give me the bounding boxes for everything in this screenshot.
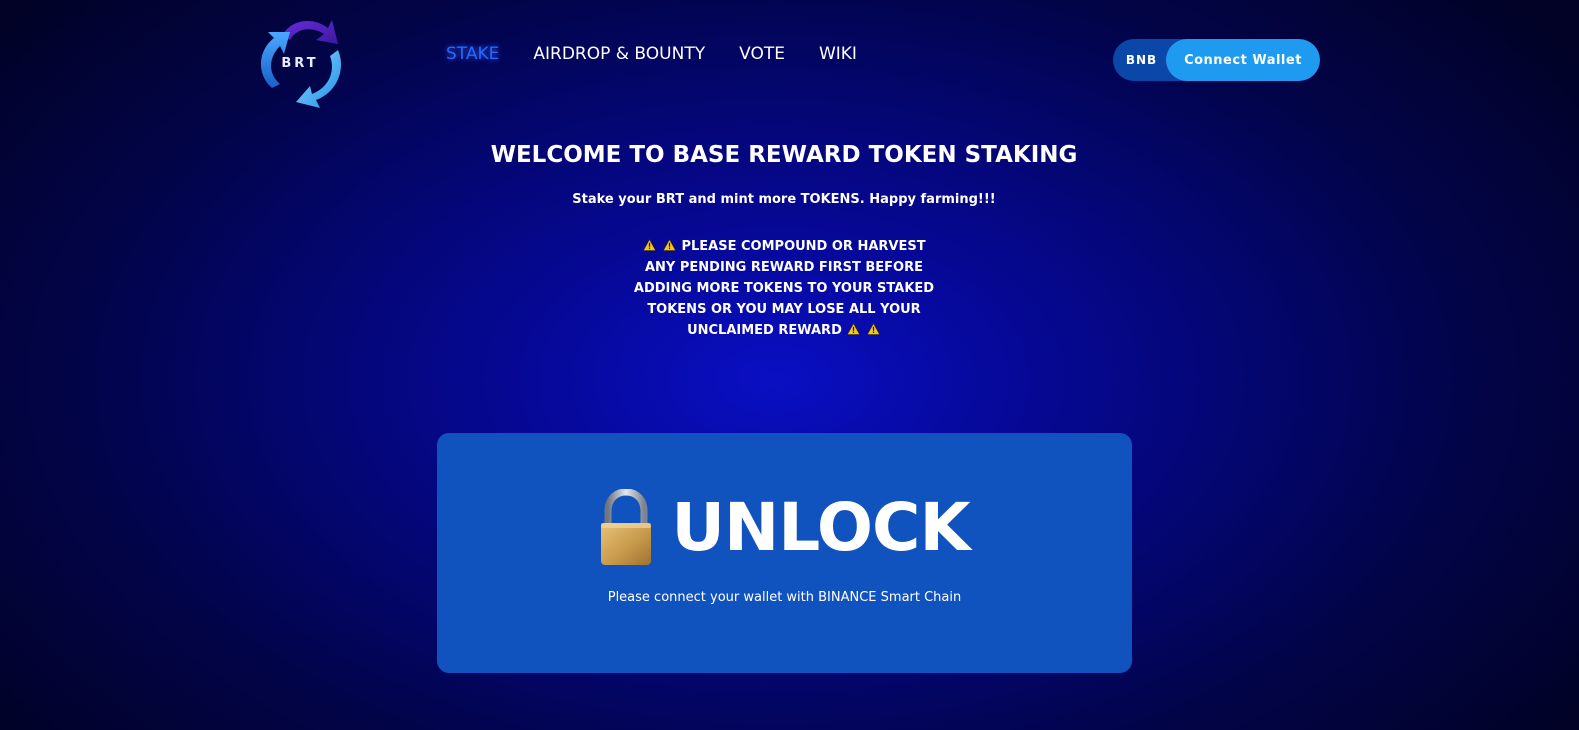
warning-icon [847, 323, 861, 335]
nav-item-airdrop-bounty[interactable]: AIRDROP & BOUNTY [533, 44, 705, 64]
brt-logo[interactable]: BRT [252, 10, 348, 110]
compound-warning: PLEASE COMPOUND OR HARVEST ANY PENDING R… [0, 236, 1568, 341]
unlock-card[interactable]: UNLOCK Please connect your wallet with B… [437, 433, 1132, 673]
warning-line-5: UNCLAIMED REWARD [0, 320, 1568, 341]
nav-item-wiki[interactable]: WIKI [819, 44, 857, 64]
unlock-row: UNLOCK [437, 489, 1132, 567]
warning-line-1: PLEASE COMPOUND OR HARVEST [0, 236, 1568, 257]
main-nav: STAKE AIRDROP & BOUNTY VOTE WIKI [446, 44, 857, 64]
warning-text: UNCLAIMED REWARD [687, 323, 842, 338]
unlock-hint: Please connect your wallet with BINANCE … [607, 590, 962, 605]
connect-wallet-button[interactable]: Connect Wallet [1166, 39, 1320, 81]
page-subtitle: Stake your BRT and mint more TOKENS. Hap… [572, 192, 996, 207]
logo-text: BRT [281, 56, 318, 71]
unlock-title: UNLOCK [671, 489, 970, 566]
page-title: WELCOME TO BASE REWARD TOKEN STAKING [490, 142, 1078, 168]
padlock-icon [601, 489, 652, 565]
warning-line-3: ADDING MORE TOKENS TO YOUR STAKED [633, 281, 935, 296]
brt-logo-icon: BRT [260, 20, 342, 108]
warning-line-4: TOKENS OR YOU MAY LOSE ALL YOUR [647, 302, 921, 317]
nav-item-vote[interactable]: VOTE [739, 44, 785, 64]
nav-item-stake[interactable]: STAKE [446, 44, 499, 64]
warning-icon [643, 239, 657, 251]
warning-line-2: ANY PENDING REWARD FIRST BEFORE [644, 260, 923, 275]
warning-text: PLEASE COMPOUND OR HARVEST [681, 239, 926, 254]
warning-icon [662, 239, 676, 251]
wallet-pill: BNB Connect Wallet [1113, 39, 1320, 81]
warning-icon [866, 323, 880, 335]
network-badge[interactable]: BNB [1113, 53, 1166, 67]
